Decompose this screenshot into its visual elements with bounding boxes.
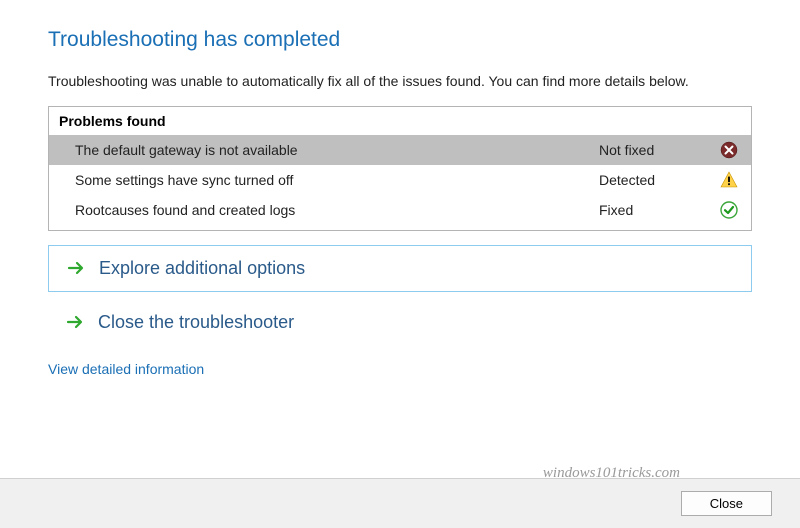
page-title: Troubleshooting has completed: [48, 28, 752, 52]
footer-bar: Close: [0, 478, 800, 528]
problems-panel: Problems found The default gateway is no…: [48, 106, 752, 231]
close-troubleshooter-action[interactable]: Close the troubleshooter: [48, 312, 752, 333]
explore-options-label: Explore additional options: [99, 258, 305, 279]
close-troubleshooter-label: Close the troubleshooter: [98, 312, 294, 333]
arrow-right-icon: [67, 259, 85, 277]
problem-row[interactable]: The default gateway is not available Not…: [49, 135, 751, 165]
problem-row[interactable]: Rootcauses found and created logs Fixed: [49, 195, 751, 230]
arrow-right-icon: [66, 313, 84, 331]
problem-description: The default gateway is not available: [75, 142, 599, 158]
problem-description: Some settings have sync turned off: [75, 172, 599, 188]
problem-status: Detected: [599, 172, 719, 188]
problem-status: Fixed: [599, 202, 719, 218]
error-icon: [719, 140, 739, 160]
problem-row[interactable]: Some settings have sync turned off Detec…: [49, 165, 751, 195]
warning-icon: [719, 170, 739, 190]
close-button[interactable]: Close: [681, 491, 772, 516]
problem-status: Not fixed: [599, 142, 719, 158]
view-detailed-link[interactable]: View detailed information: [48, 361, 204, 377]
success-icon: [719, 200, 739, 220]
problems-header: Problems found: [49, 107, 751, 135]
explore-options-action[interactable]: Explore additional options: [48, 245, 752, 292]
description-text: Troubleshooting was unable to automatica…: [48, 72, 752, 92]
problem-description: Rootcauses found and created logs: [75, 202, 599, 218]
